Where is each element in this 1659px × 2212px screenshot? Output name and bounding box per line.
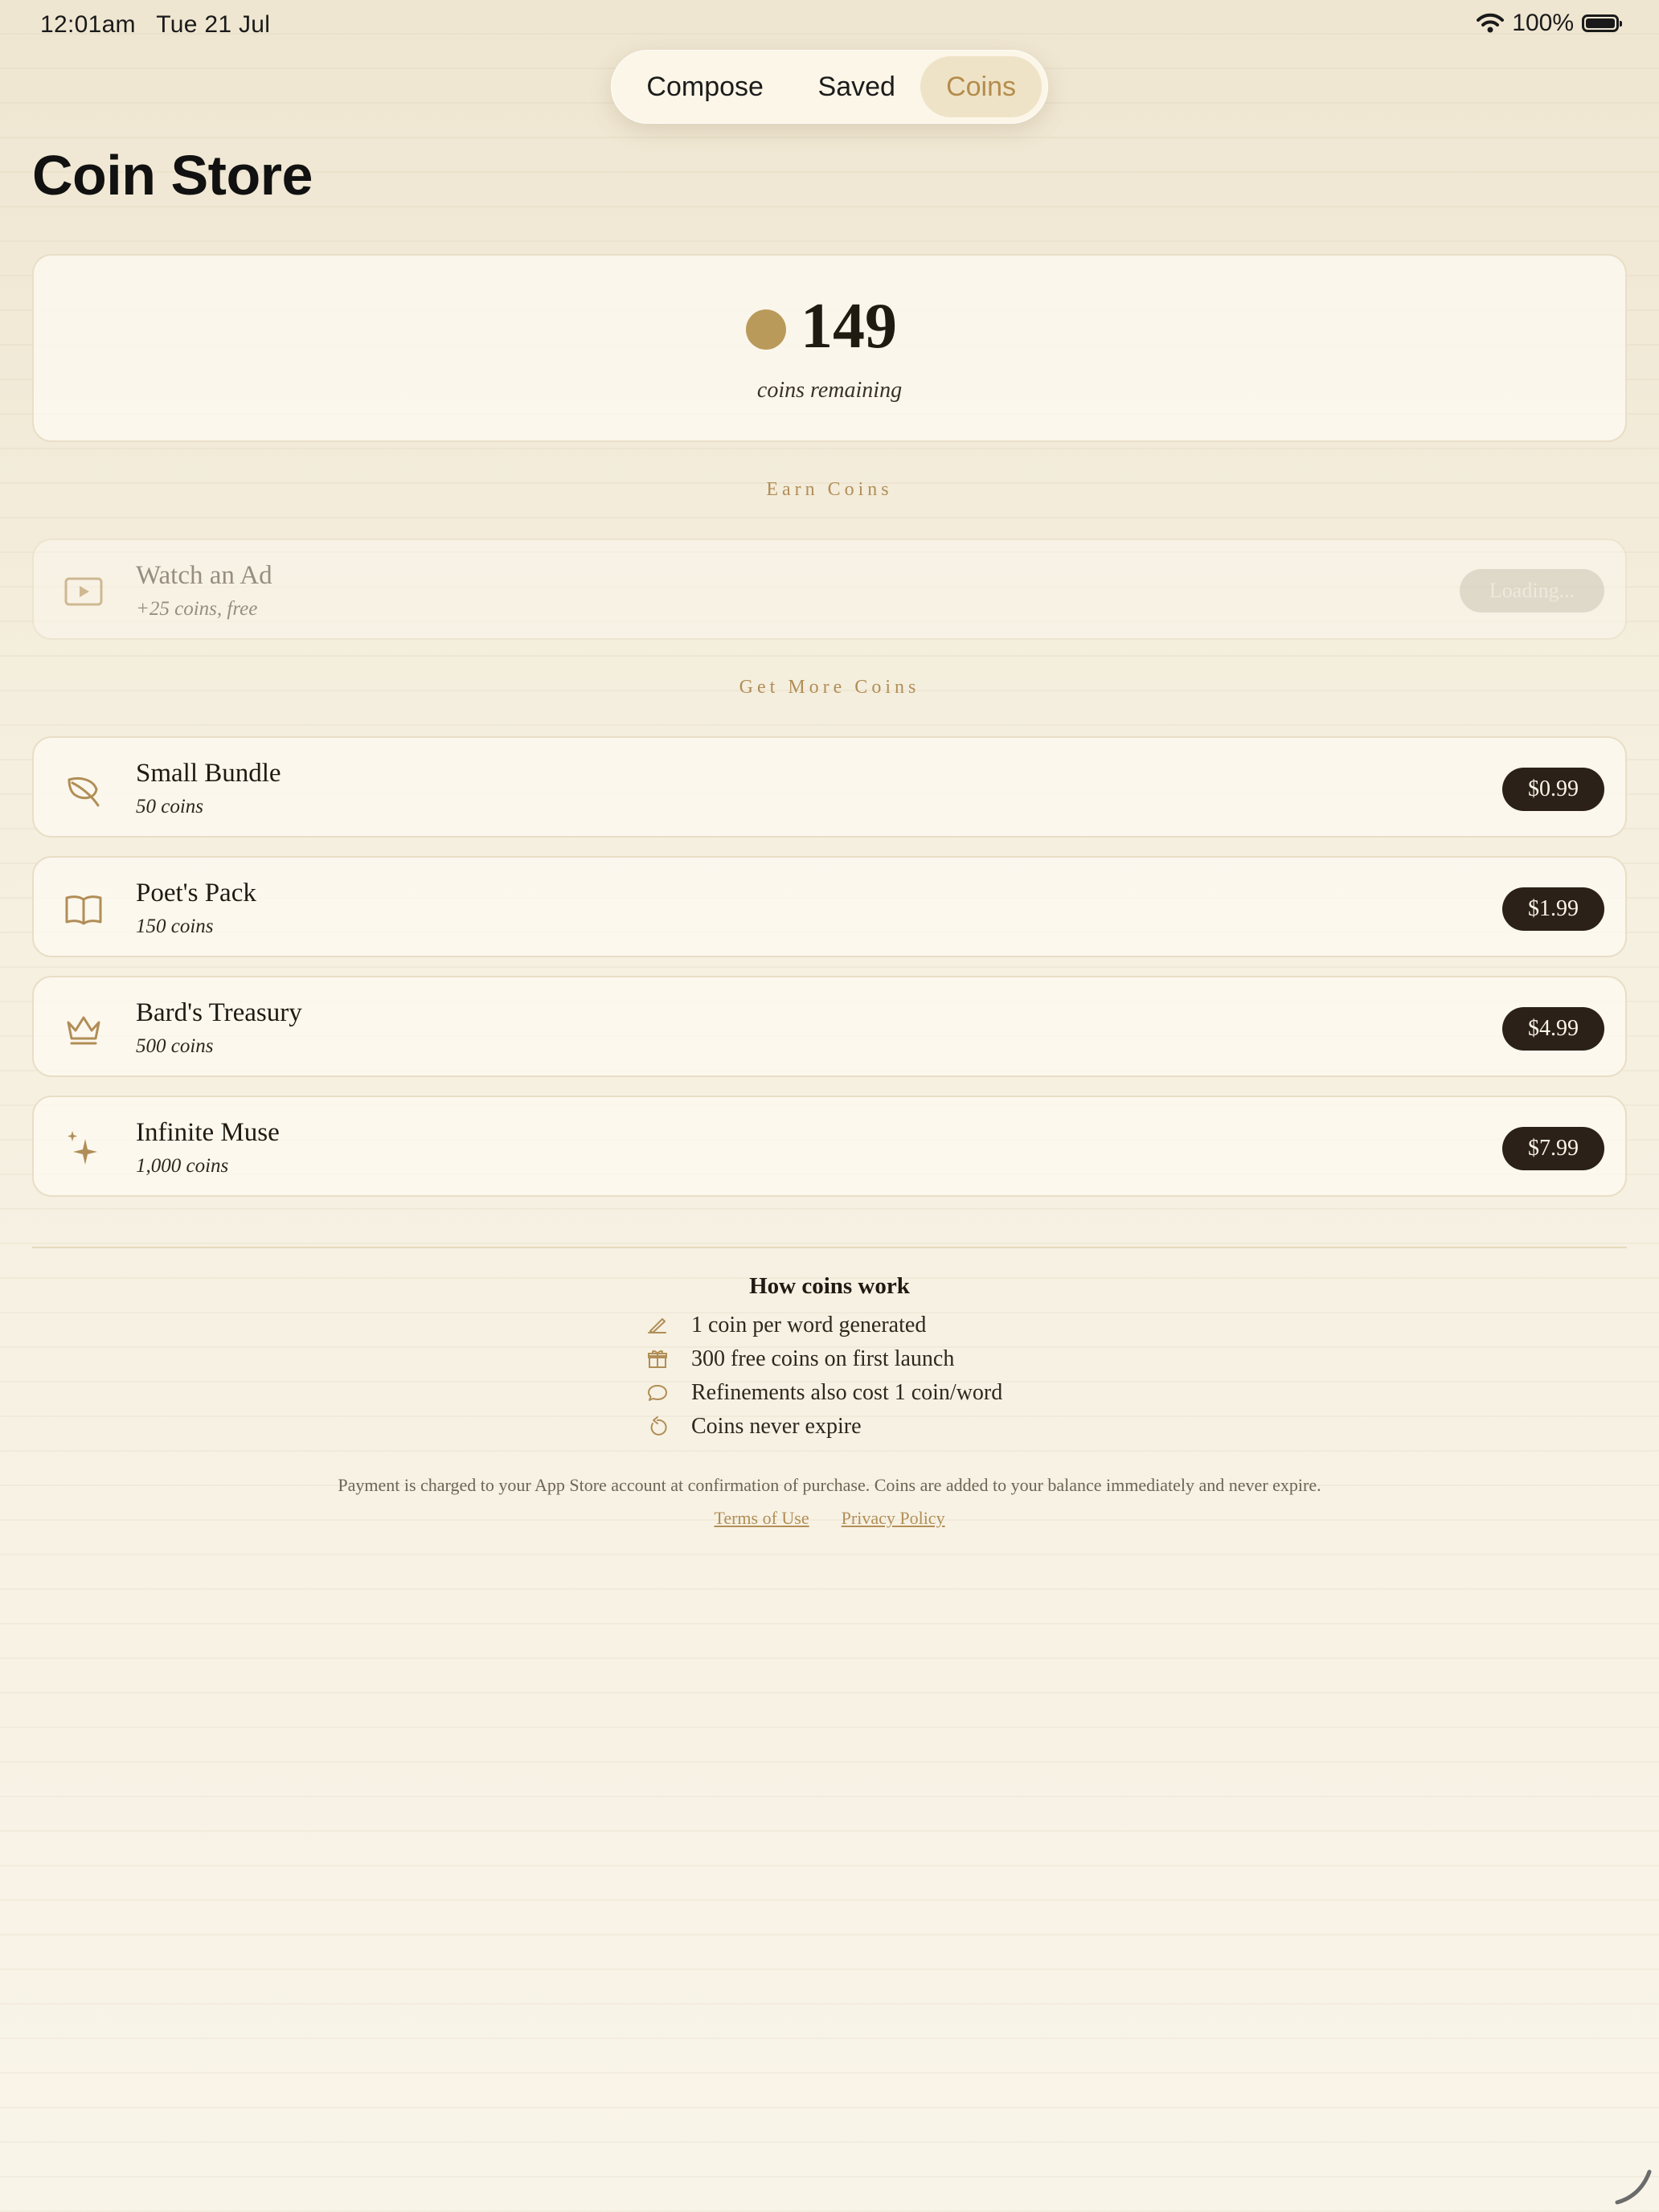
price-button[interactable]: $1.99 (1502, 887, 1604, 931)
bundle-row-infinite-muse[interactable]: Infinite Muse 1,000 coins $7.99 (32, 1096, 1627, 1197)
resize-handle-icon[interactable] (1611, 2164, 1653, 2206)
speech-bubble-icon (648, 1385, 667, 1401)
list-item: 300 free coins on first launch (646, 1342, 1209, 1376)
how-coins-work-title: How coins work (749, 1273, 910, 1299)
leaf-icon (68, 777, 100, 807)
segmented-tab-bar: Compose Saved Coins (611, 50, 1048, 124)
terms-of-use-link[interactable]: Terms of Use (714, 1508, 809, 1529)
gift-icon (648, 1350, 667, 1368)
tab-saved[interactable]: Saved (793, 56, 920, 117)
book-icon (65, 895, 102, 925)
play-icon (64, 577, 103, 606)
bundle-row-poets-pack[interactable]: Poet's Pack 150 coins $1.99 (32, 856, 1627, 957)
list-item-text: Refinements also cost 1 coin/word (691, 1380, 1003, 1405)
bundle-title: Poet's Pack (136, 879, 256, 907)
pencil-icon (648, 1318, 666, 1333)
section-label-store: Get More Coins (739, 677, 920, 698)
bundle-subtitle: 150 coins (136, 916, 214, 937)
watch-ad-title: Watch an Ad (136, 561, 272, 590)
bundle-row-bards-treasury[interactable]: Bard's Treasury 500 coins $4.99 (32, 976, 1627, 1077)
bundle-title: Small Bundle (136, 759, 281, 788)
status-date: Tue 21 Jul (156, 11, 271, 38)
legal-disclaimer: Payment is charged to your App Store acc… (338, 1475, 1321, 1495)
page-title: Coin Store (32, 144, 313, 207)
price-button[interactable]: $4.99 (1502, 1007, 1604, 1051)
legal-links: Terms of Use Privacy Policy (0, 1508, 1659, 1529)
list-item-text: 300 free coins on first launch (691, 1346, 955, 1371)
status-time: 12:01am (40, 11, 136, 38)
list-item: 1 coin per word generated (646, 1309, 1209, 1342)
wifi-icon (1477, 13, 1505, 33)
price-button[interactable]: $0.99 (1502, 768, 1604, 811)
privacy-policy-link[interactable]: Privacy Policy (842, 1508, 945, 1529)
watch-ad-subtitle: +25 coins, free (136, 598, 258, 620)
tab-compose[interactable]: Compose (617, 56, 793, 117)
coin-icon (746, 309, 786, 350)
battery-percent: 100% (1512, 10, 1574, 36)
bundle-subtitle: 1,000 coins (136, 1155, 229, 1177)
refresh-icon (650, 1416, 667, 1436)
status-bar-right: 100% (1477, 10, 1622, 37)
watch-ad-button[interactable]: Loading... (1460, 569, 1604, 612)
bundle-row-small[interactable]: Small Bundle 50 coins $0.99 (32, 736, 1627, 838)
list-item-text: Coins never expire (691, 1414, 862, 1439)
how-coins-work-list: 1 coin per word generated 300 free coins… (646, 1309, 1209, 1444)
tab-coins[interactable]: Coins (920, 56, 1042, 117)
list-item: Refinements also cost 1 coin/word (646, 1376, 1209, 1410)
bundle-title: Bard's Treasury (136, 998, 302, 1027)
list-item: Coins never expire (646, 1410, 1209, 1444)
balance-value: 149 (801, 291, 897, 362)
balance-label: coins remaining (756, 378, 903, 403)
battery-icon (1582, 14, 1622, 32)
section-divider (32, 1247, 1627, 1248)
bundle-subtitle: 500 coins (136, 1035, 214, 1057)
bundle-subtitle: 50 coins (136, 796, 204, 817)
crown-icon (67, 1016, 100, 1045)
bundle-title: Infinite Muse (136, 1118, 280, 1147)
section-label-earn: Earn Coins (766, 479, 893, 500)
sparkles-icon (68, 1131, 97, 1165)
list-item-text: 1 coin per word generated (691, 1313, 927, 1337)
watch-ad-row: Watch an Ad +25 coins, free Loading... (32, 539, 1627, 640)
price-button[interactable]: $7.99 (1502, 1127, 1604, 1170)
status-bar-time: 12:01am Tue 21 Jul (40, 11, 270, 39)
